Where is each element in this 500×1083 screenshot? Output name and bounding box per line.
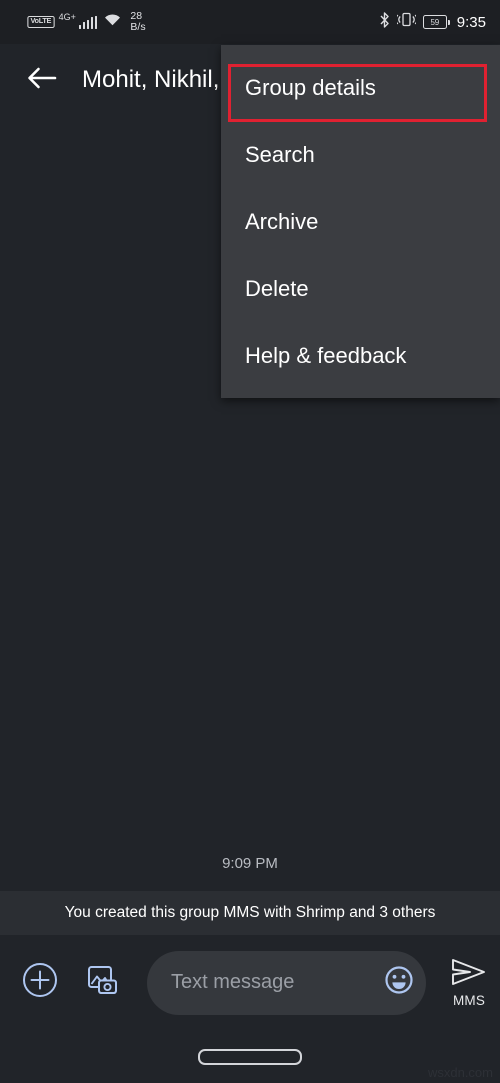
status-bar-left: VoLTE 4G+ 28 B/s xyxy=(14,11,146,33)
data-speed-unit: B/s xyxy=(130,21,146,33)
status-bar: VoLTE 4G+ 28 B/s 59 9:35 xyxy=(0,0,500,44)
message-timestamp: 9:09 PM xyxy=(222,855,278,872)
battery-level-label: 59 xyxy=(422,15,447,29)
status-bar-right: 59 9:35 xyxy=(379,11,486,33)
system-navigation-bar xyxy=(0,1030,500,1083)
compose-bar: Text message MMS xyxy=(0,935,500,1030)
plus-circle-icon xyxy=(21,961,59,1004)
send-type-label: MMS xyxy=(452,993,486,1008)
system-message-banner: You created this group MMS with Shrimp a… xyxy=(0,891,500,935)
send-button[interactable]: MMS xyxy=(438,957,500,1008)
wifi-icon xyxy=(104,13,121,31)
back-button[interactable] xyxy=(14,52,70,108)
bluetooth-icon xyxy=(379,11,390,33)
attach-button[interactable] xyxy=(17,960,63,1006)
back-arrow-icon xyxy=(27,65,57,96)
page-title: Mohit, Nikhil, xyxy=(82,66,220,93)
send-plane-icon xyxy=(450,957,488,992)
status-bar-clock: 9:35 xyxy=(456,13,486,31)
emoji-smiley-icon xyxy=(384,965,414,1000)
vibrate-icon xyxy=(395,12,418,32)
watermark: wsxdn.com xyxy=(427,1065,493,1080)
overflow-menu: Group details Search Archive Delete Help… xyxy=(221,45,500,398)
phone-screen: VoLTE 4G+ 28 B/s 59 9:35 Mohit, Nikhil, … xyxy=(0,0,500,1083)
home-indicator-pill[interactable] xyxy=(198,1048,302,1065)
menu-item-delete[interactable]: Delete xyxy=(221,255,500,322)
emoji-button[interactable] xyxy=(378,962,420,1004)
menu-item-group-details[interactable]: Group details xyxy=(221,54,500,121)
menu-item-search[interactable]: Search xyxy=(221,121,500,188)
data-speed-indicator: 28 B/s xyxy=(130,11,145,33)
message-input[interactable]: Text message xyxy=(171,971,378,994)
message-input-container[interactable]: Text message xyxy=(147,950,426,1015)
signal-bars-icon xyxy=(78,15,98,29)
gallery-camera-icon xyxy=(83,961,121,1004)
network-type-label: 4G+ xyxy=(58,12,76,22)
volte-icon: VoLTE xyxy=(27,16,55,28)
battery-nub xyxy=(447,19,450,25)
gallery-camera-button[interactable] xyxy=(79,960,125,1006)
menu-item-help-feedback[interactable]: Help & feedback xyxy=(221,322,500,389)
menu-item-archive[interactable]: Archive xyxy=(221,188,500,255)
battery-icon: 59 xyxy=(422,15,450,29)
